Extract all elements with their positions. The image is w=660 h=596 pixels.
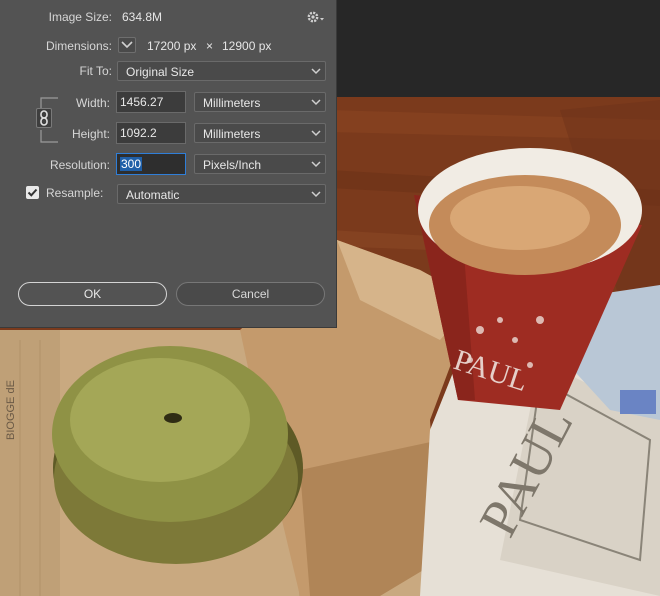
- resample-label: Resample:: [46, 186, 104, 200]
- dimensions-times-sign: ×: [206, 39, 214, 53]
- gear-icon[interactable]: [306, 9, 326, 25]
- resolution-unit-value: Pixels/Inch: [203, 158, 262, 172]
- cancel-button[interactable]: Cancel: [176, 282, 325, 306]
- fit-to-label: Fit To:: [79, 64, 112, 78]
- height-unit-value: Millimeters: [203, 127, 261, 141]
- resample-value: Automatic: [126, 188, 180, 202]
- chevron-down-icon: [311, 99, 321, 106]
- dimensions-width-value: 17200 px: [147, 39, 197, 53]
- chevron-down-icon: [311, 191, 321, 198]
- fit-to-dropdown[interactable]: Original Size: [117, 61, 326, 81]
- resolution-selected-text: 300: [120, 157, 143, 171]
- dimensions-height-value: 12900 px: [222, 39, 272, 53]
- ok-button[interactable]: OK: [18, 282, 167, 306]
- width-unit-dropdown[interactable]: Millimeters: [194, 92, 326, 112]
- fit-to-value: Original Size: [126, 65, 195, 79]
- image-size-dialog: Image Size: 634.8M Dimensions: 17200 px …: [0, 0, 337, 328]
- image-size-value: 634.8M: [122, 10, 163, 24]
- image-size-label: Image Size:: [48, 10, 112, 24]
- height-label: Height:: [71, 127, 110, 141]
- checkmark-icon: [27, 188, 38, 197]
- resolution-input[interactable]: 300: [116, 153, 186, 175]
- resolution-label: Resolution:: [49, 158, 110, 172]
- chevron-down-icon: [311, 68, 321, 75]
- chevron-down-icon: [121, 41, 133, 49]
- dimensions-unit-dropdown[interactable]: [118, 37, 136, 53]
- paper-print-text: BIOGGE dE: [5, 380, 17, 440]
- chain-link-icon[interactable]: [36, 108, 52, 128]
- chevron-down-icon: [311, 161, 321, 168]
- resample-dropdown[interactable]: Automatic: [117, 184, 326, 204]
- height-input[interactable]: 1092.2: [116, 122, 186, 144]
- resolution-unit-dropdown[interactable]: Pixels/Inch: [194, 154, 326, 174]
- height-unit-dropdown[interactable]: Millimeters: [194, 123, 326, 143]
- width-unit-value: Millimeters: [203, 96, 261, 110]
- width-input[interactable]: 1456.27: [116, 91, 186, 113]
- width-label: Width:: [75, 96, 110, 110]
- dimensions-label: Dimensions:: [45, 39, 112, 53]
- chevron-down-icon: [311, 130, 321, 137]
- resample-checkbox[interactable]: [26, 186, 39, 199]
